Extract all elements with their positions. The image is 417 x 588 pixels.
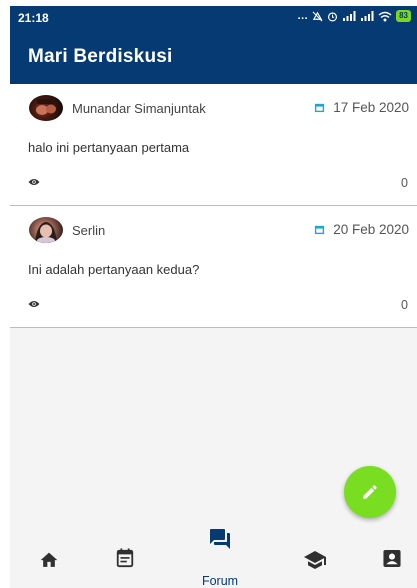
more-notifications-icon: … bbox=[297, 10, 309, 22]
calendar-icon bbox=[116, 548, 134, 568]
home-icon bbox=[40, 552, 58, 567]
post-date: 17 Feb 2020 bbox=[314, 100, 409, 115]
post-author: Munandar Simanjuntak bbox=[72, 101, 206, 116]
forum-post[interactable]: Munandar Simanjuntak 17 Feb 2020 halo in… bbox=[10, 84, 417, 206]
post-author: Serlin bbox=[72, 223, 106, 238]
wifi-icon bbox=[378, 11, 392, 21]
app-screen: 21:18 … 83 Mari Berdiskusi Munandar Sima… bbox=[10, 6, 417, 588]
status-time: 21:18 bbox=[18, 11, 49, 25]
pencil-icon bbox=[363, 485, 377, 499]
mute-icon bbox=[312, 11, 323, 21]
nav-profile[interactable] bbox=[372, 520, 412, 588]
post-question: halo ini pertanyaan pertama bbox=[28, 140, 190, 155]
new-post-button[interactable] bbox=[344, 466, 396, 518]
nav-forum[interactable]: Forum bbox=[200, 520, 240, 588]
nav-forum-label: Forum bbox=[201, 574, 239, 588]
view-count: 0 bbox=[401, 298, 408, 312]
calendar-icon bbox=[315, 103, 325, 113]
signal-icon bbox=[343, 11, 356, 21]
account-box-icon bbox=[383, 549, 401, 568]
eye-icon bbox=[28, 179, 40, 185]
eye-icon bbox=[28, 301, 40, 307]
signal-icon bbox=[361, 11, 374, 21]
forum-post[interactable]: Serlin 20 Feb 2020 Ini adalah pertanyaan… bbox=[10, 206, 417, 328]
status-bar: 21:18 … 83 bbox=[10, 6, 417, 30]
forum-icon bbox=[210, 529, 230, 549]
post-date: 20 Feb 2020 bbox=[314, 222, 409, 237]
avatar[interactable] bbox=[29, 217, 63, 243]
bottom-navigation: Forum bbox=[10, 520, 417, 588]
school-icon bbox=[304, 551, 326, 569]
nav-courses[interactable] bbox=[295, 520, 335, 588]
alarm-icon bbox=[328, 11, 338, 21]
battery-icon: 83 bbox=[396, 10, 411, 22]
status-icons: … 83 bbox=[297, 10, 411, 22]
app-bar: Mari Berdiskusi bbox=[10, 30, 417, 84]
nav-home[interactable] bbox=[29, 520, 69, 588]
calendar-icon bbox=[315, 225, 325, 235]
post-question: Ini adalah pertanyaan kedua? bbox=[28, 262, 200, 277]
page-title: Mari Berdiskusi bbox=[28, 46, 173, 67]
nav-schedule[interactable] bbox=[105, 520, 145, 588]
post-date-text: 17 Feb 2020 bbox=[333, 100, 409, 115]
view-count: 0 bbox=[401, 176, 408, 190]
post-date-text: 20 Feb 2020 bbox=[333, 222, 409, 237]
avatar[interactable] bbox=[29, 95, 63, 121]
